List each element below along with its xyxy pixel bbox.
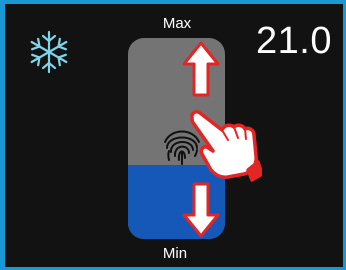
arrow-down-icon xyxy=(182,182,220,238)
max-label: Max xyxy=(162,15,192,32)
temperature-readout: 21.0 xyxy=(256,20,332,62)
snowflake-icon xyxy=(27,30,71,74)
pointing-hand-icon xyxy=(190,110,262,182)
min-label: Min xyxy=(162,245,188,262)
arrow-up-icon xyxy=(182,41,220,97)
